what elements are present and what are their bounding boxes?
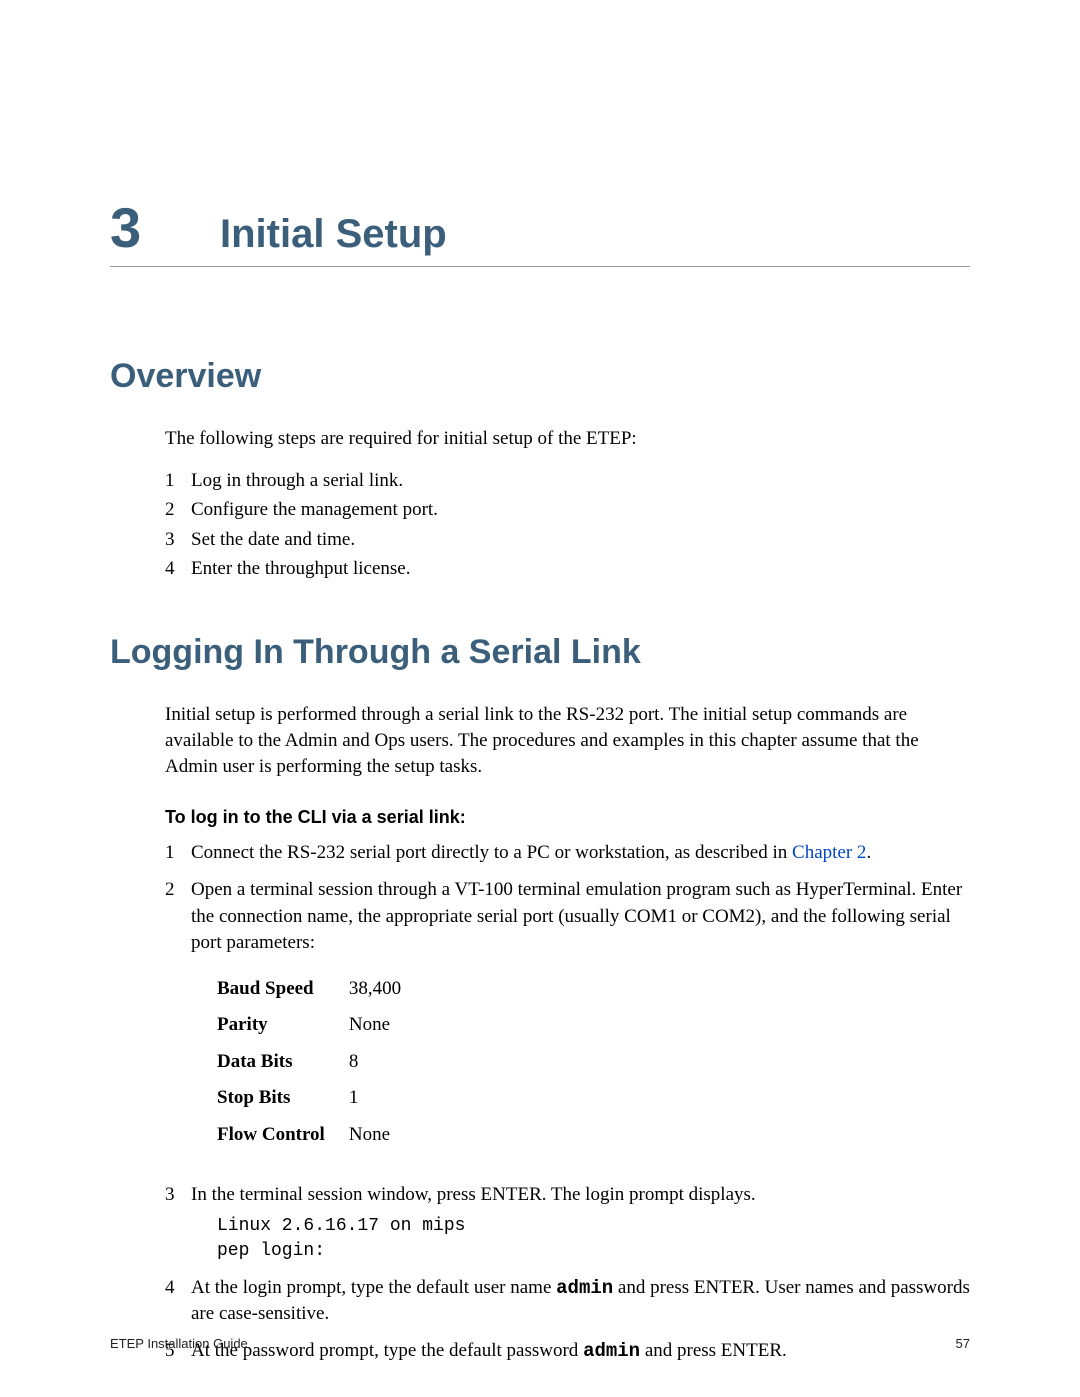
chapter-number: 3 [110, 200, 220, 256]
step3-text: In the terminal session window, press EN… [191, 1184, 756, 1205]
table-row: Stop Bits 1 [217, 1080, 425, 1117]
list-item: 4Enter the throughput license. [165, 554, 970, 583]
overview-steps-list: 1Log in through a serial link. 2Configur… [110, 466, 970, 584]
list-item: 3Set the date and time. [165, 525, 970, 554]
terminal-output: Linux 2.6.16.17 on mips pep login: [217, 1214, 970, 1263]
param-label: Stop Bits [217, 1080, 349, 1117]
chapter-title: Initial Setup [220, 214, 447, 254]
param-value: 8 [349, 1044, 425, 1081]
step-text: Set the date and time. [191, 525, 355, 554]
step-text: Log in through a serial link. [191, 466, 403, 495]
param-label: Baud Speed [217, 971, 349, 1008]
page-footer: ETEP Installation Guide 57 [110, 1336, 970, 1351]
overview-intro: The following steps are required for ini… [110, 426, 970, 452]
table-row: Baud Speed 38,400 [217, 971, 425, 1008]
list-item: 2Configure the management port. [165, 495, 970, 524]
param-value: 38,400 [349, 971, 425, 1008]
inline-code-admin: admin [556, 1277, 613, 1299]
serial-heading: Logging In Through a Serial Link [110, 633, 970, 672]
serial-params-table: Baud Speed 38,400 Parity None Data Bits … [217, 971, 425, 1154]
footer-title: ETEP Installation Guide [110, 1336, 248, 1351]
chapter-header: 3 Initial Setup [110, 200, 970, 267]
chapter-2-link[interactable]: Chapter 2 [792, 842, 866, 863]
step4-pre: At the login prompt, type the default us… [191, 1277, 556, 1298]
overview-heading: Overview [110, 357, 970, 396]
step-text: Configure the management port. [191, 495, 438, 524]
list-item: 1Log in through a serial link. [165, 466, 970, 495]
param-value: None [349, 1117, 425, 1154]
step-text: Enter the throughput license. [191, 554, 411, 583]
table-row: Parity None [217, 1007, 425, 1044]
param-value: None [349, 1007, 425, 1044]
table-row: Flow Control None [217, 1117, 425, 1154]
param-value: 1 [349, 1080, 425, 1117]
param-label: Flow Control [217, 1117, 349, 1154]
serial-subheading: To log in to the CLI via a serial link: [165, 807, 970, 828]
list-item: 3 In the terminal session window, press … [165, 1182, 970, 1265]
step1-post: . [866, 842, 871, 863]
list-item: 1 Connect the RS-232 serial port directl… [165, 840, 970, 867]
param-label: Parity [217, 1007, 349, 1044]
step2-text: Open a terminal session through a VT-100… [191, 879, 962, 953]
serial-steps-list: 1 Connect the RS-232 serial port directl… [110, 840, 970, 1364]
serial-intro: Initial setup is performed through a ser… [110, 702, 970, 779]
step1-pre: Connect the RS-232 serial port directly … [191, 842, 792, 863]
page-content: 3 Initial Setup Overview The following s… [0, 0, 1080, 1365]
list-item: 4 At the login prompt, type the default … [165, 1275, 970, 1328]
footer-page-number: 57 [956, 1336, 970, 1351]
param-label: Data Bits [217, 1044, 349, 1081]
list-item: 2 Open a terminal session through a VT-1… [165, 877, 970, 1172]
table-row: Data Bits 8 [217, 1044, 425, 1081]
